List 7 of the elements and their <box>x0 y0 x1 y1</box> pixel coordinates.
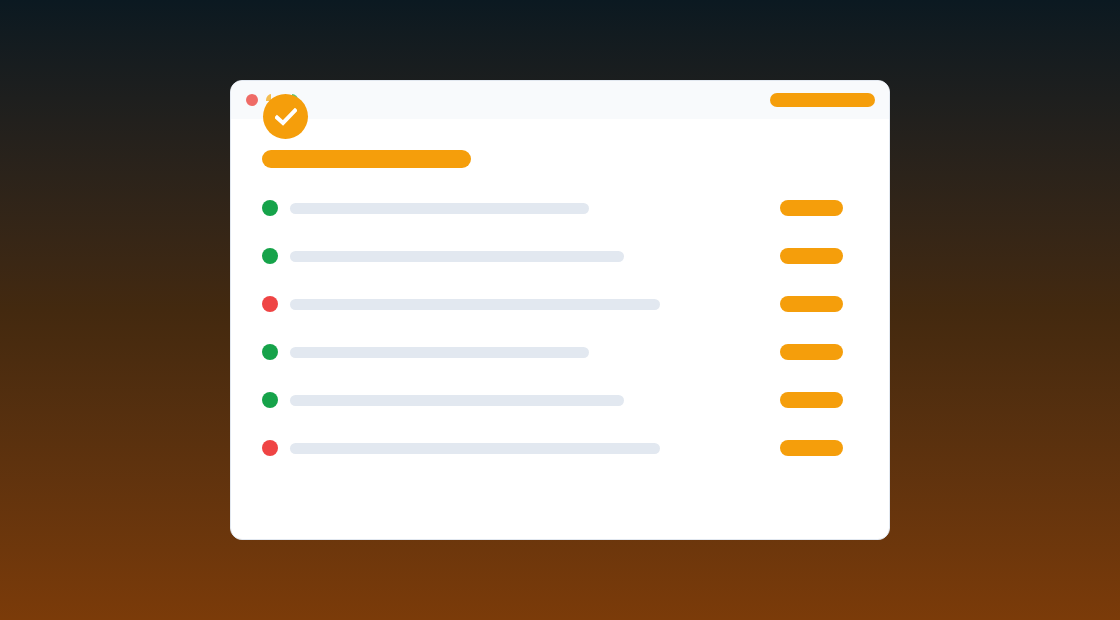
tag-skeleton <box>780 296 843 312</box>
tag-skeleton <box>780 344 843 360</box>
tag-skeleton <box>780 392 843 408</box>
tag-skeleton <box>780 200 843 216</box>
close-icon[interactable] <box>246 94 258 106</box>
tag-skeleton <box>780 440 843 456</box>
tag-skeleton <box>780 248 843 264</box>
